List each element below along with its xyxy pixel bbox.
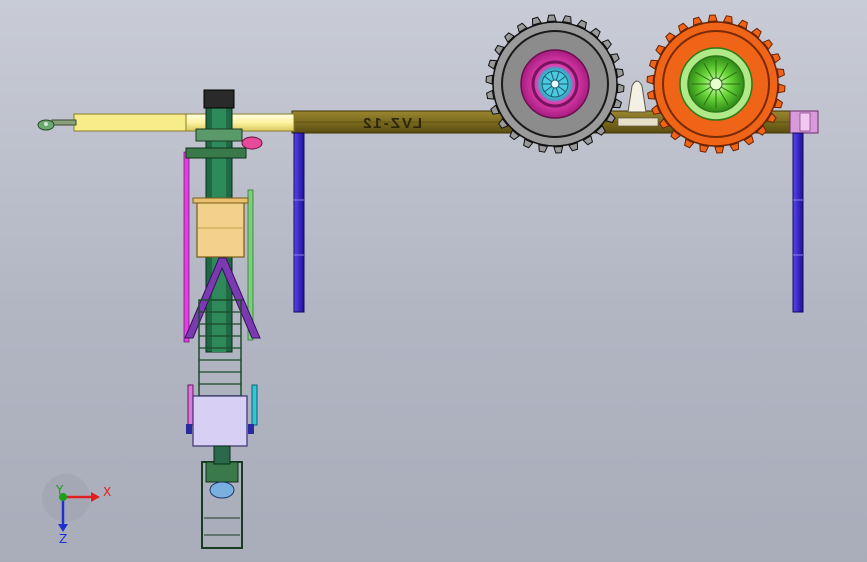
svg-text:LVZ-12: LVZ-12 — [361, 115, 422, 132]
support-leg-right[interactable] — [792, 132, 804, 313]
y-axis-label: Y — [55, 483, 64, 497]
model-view[interactable]: LVZ-12 X Y Z — [0, 0, 867, 562]
x-axis-label: X — [103, 485, 111, 499]
support-leg-left[interactable] — [293, 132, 305, 313]
frame-marking: LVZ-12 — [361, 115, 422, 132]
boom-foot[interactable] — [201, 445, 243, 549]
coordinate-triad: X Y Z — [42, 474, 111, 546]
z-axis-label: Z — [59, 532, 67, 546]
x-axis-head — [91, 492, 100, 502]
z-axis-head — [58, 524, 68, 532]
carriage-box[interactable] — [186, 395, 254, 447]
graphics-viewport[interactable]: LVZ-12 X Y Z — [0, 0, 867, 562]
beam-end-cap[interactable] — [789, 110, 819, 134]
drawbar[interactable] — [73, 113, 295, 132]
boom-housing[interactable] — [192, 197, 249, 258]
tow-hitch[interactable] — [37, 119, 77, 131]
